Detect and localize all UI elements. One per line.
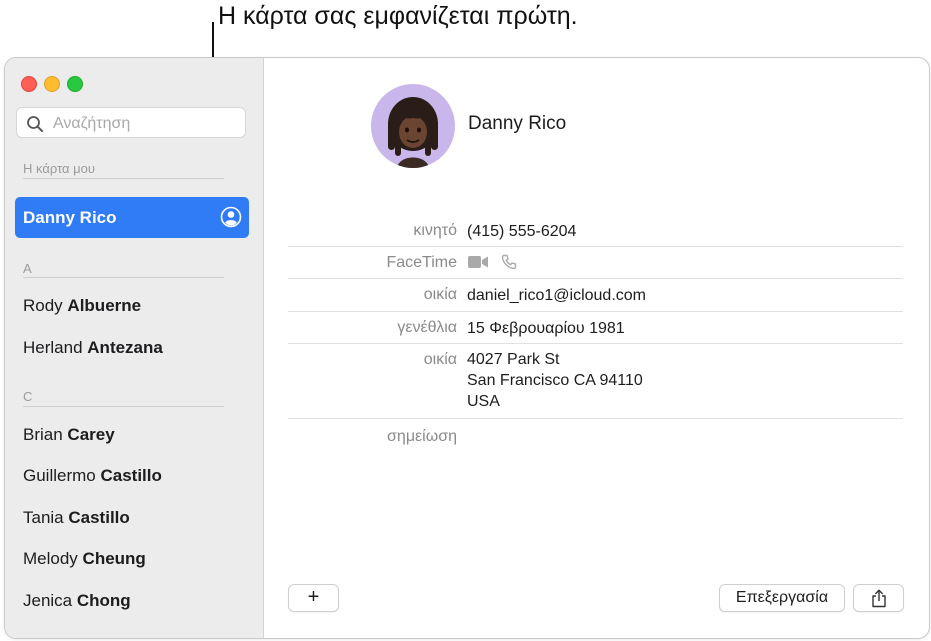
field-value[interactable]: daniel_rico1@icloud.com	[467, 285, 646, 306]
field-label: FaceTime	[386, 254, 457, 271]
contact-first-name: Guillermo	[23, 466, 96, 485]
add-button[interactable]: +	[288, 584, 339, 612]
edit-button[interactable]: Επεξεργασία	[719, 584, 845, 612]
contact-last-name: Cheung	[82, 549, 146, 568]
contact-item[interactable]: Melody Cheung	[23, 549, 146, 569]
contact-item[interactable]: Jenica Chong	[23, 591, 131, 611]
my-card-item[interactable]: Danny Rico	[15, 197, 249, 238]
address-value[interactable]: 4027 Park St San Francisco CA 94110 USA	[467, 349, 643, 412]
field-label: γενέθλια	[397, 319, 457, 336]
memoji-avatar-icon	[388, 97, 438, 168]
field-row-facetime: FaceTime	[288, 247, 903, 279]
contact-last-name: Castillo	[100, 466, 162, 485]
contact-last-name: Albuerne	[67, 296, 142, 315]
divider	[23, 406, 224, 407]
my-card-name: Danny Rico	[23, 208, 117, 227]
contact-last-name: Chong	[76, 591, 131, 610]
field-label[interactable]: οικία	[424, 286, 457, 304]
contact-first-name: Melody	[23, 549, 78, 568]
contact-item[interactable]: Rody Albuerne	[23, 296, 141, 316]
facetime-actions	[467, 254, 517, 272]
contact-first-name: Brian	[23, 425, 63, 444]
share-icon	[871, 589, 886, 608]
contact-first-name: Herland	[23, 338, 83, 357]
contact-last-name: Carey	[67, 425, 115, 444]
sidebar: Η κάρτα μου Danny Rico A Rody Albuerne H…	[5, 58, 264, 638]
field-label[interactable]: κινητό	[413, 222, 457, 240]
contact-avatar	[371, 84, 455, 168]
contact-first-name: Rody	[23, 296, 63, 315]
field-row-email: οικία daniel_rico1@icloud.com	[288, 279, 903, 312]
contact-item[interactable]: Tania Castillo	[23, 508, 130, 528]
search-icon	[27, 116, 43, 132]
section-letter-a: A	[23, 261, 32, 276]
callout-text: Η κάρτα σας εμφανίζεται πρώτη.	[218, 2, 578, 30]
search-field[interactable]	[16, 107, 246, 138]
field-value[interactable]: (415) 555-6204	[467, 221, 576, 242]
contact-item[interactable]: Guillermo Castillo	[23, 466, 162, 486]
field-value[interactable]: 15 Φεβρουαρίου 1981	[467, 318, 625, 339]
address-line: San Francisco CA 94110	[467, 372, 643, 389]
field-label: σημείωση	[387, 428, 457, 445]
contact-last-name: Antezana	[87, 338, 163, 357]
address-line: USA	[467, 393, 500, 410]
zoom-window-button[interactable]	[67, 76, 83, 92]
field-row-note: σημείωση	[288, 426, 903, 456]
contact-first-name: Tania	[23, 508, 64, 527]
contact-name: Danny Rico	[468, 113, 567, 134]
close-window-button[interactable]	[21, 76, 37, 92]
contact-first-name: Jenica	[23, 591, 73, 610]
minimize-window-button[interactable]	[44, 76, 60, 92]
video-camera-icon[interactable]	[467, 254, 489, 270]
divider	[23, 178, 224, 179]
contact-item[interactable]: Herland Antezana	[23, 338, 163, 358]
phone-icon[interactable]	[501, 254, 517, 270]
field-label[interactable]: οικία	[424, 351, 457, 369]
contact-detail: Danny Rico κινητό (415) 555-6204 FaceTim…	[264, 58, 929, 638]
address-line: 4027 Park St	[467, 351, 560, 368]
field-row-birthday: γενέθλια 15 Φεβρουαρίου 1981	[288, 312, 903, 344]
search-input[interactable]	[51, 112, 240, 136]
my-card-header: Η κάρτα μου	[23, 161, 95, 176]
contact-last-name: Castillo	[68, 508, 130, 527]
me-card-icon	[220, 206, 242, 228]
field-row-mobile: κινητό (415) 555-6204	[288, 220, 903, 247]
share-button[interactable]	[853, 584, 904, 612]
section-letter-c: C	[23, 389, 33, 404]
contacts-window: Η κάρτα μου Danny Rico A Rody Albuerne H…	[4, 57, 930, 639]
contact-item[interactable]: Brian Carey	[23, 425, 115, 445]
divider	[23, 277, 224, 278]
field-row-address: οικία 4027 Park St San Francisco CA 9411…	[288, 344, 903, 419]
